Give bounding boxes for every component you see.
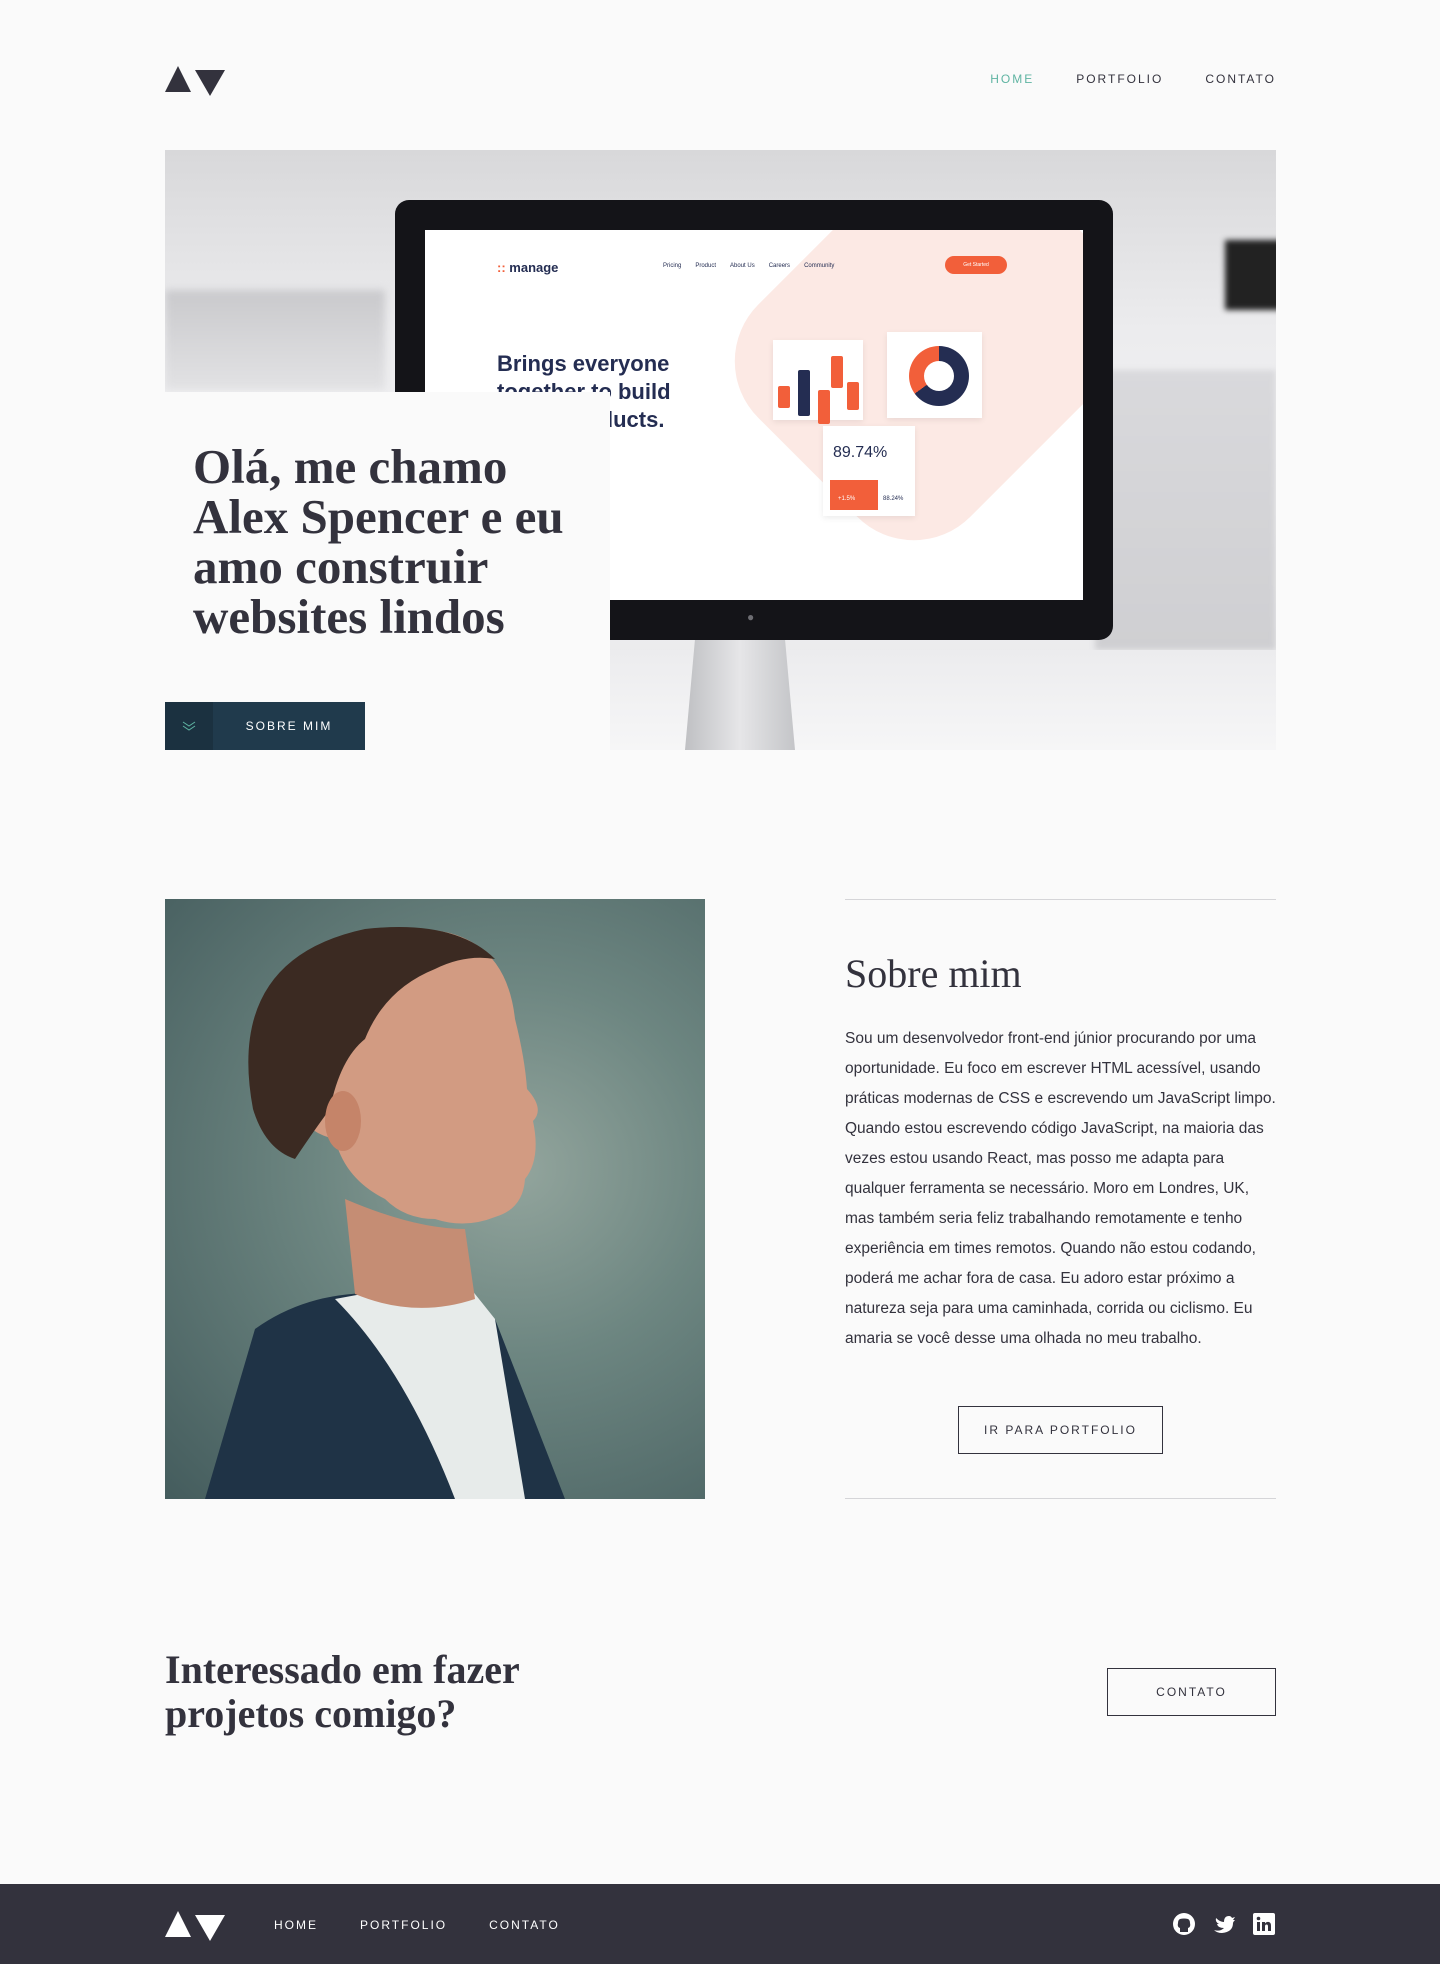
github-icon[interactable] — [1172, 1912, 1196, 1936]
about-me-button[interactable]: SOBRE MIM — [165, 702, 365, 750]
hero-title: Olá, me chamo Alex Spencer e eu amo cons… — [193, 439, 564, 644]
nav-home[interactable]: HOME — [990, 72, 1034, 86]
about-me-button-label: SOBRE MIM — [245, 719, 333, 733]
footer-nav-home[interactable]: HOME — [274, 1918, 318, 1932]
hero-card: Olá, me chamo Alex Spencer e eu amo cons… — [165, 392, 610, 750]
footer-nav: HOME PORTFOLIO CONTATO — [274, 1918, 560, 1932]
footer-nav-portfolio[interactable]: PORTFOLIO — [360, 1918, 447, 1932]
site-footer: HOME PORTFOLIO CONTATO — [0, 1884, 1440, 1964]
screen-logo: :: manage — [497, 260, 559, 275]
about-title: Sobre mim — [845, 951, 1022, 996]
hero-section: :: manage Pricing Product About Us Caree… — [165, 150, 1276, 750]
profile-photo — [165, 899, 705, 1499]
nav-portfolio[interactable]: PORTFOLIO — [1076, 72, 1163, 86]
logo-icon[interactable] — [165, 62, 225, 96]
screen-bar-chart — [773, 340, 863, 424]
go-to-portfolio-button[interactable]: IR PARA PORTFOLIO — [958, 1406, 1163, 1454]
site-header: HOME PORTFOLIO CONTATO — [165, 62, 1276, 96]
about-section: Sobre mim Sou um desenvolvedor front-end… — [845, 899, 1276, 1499]
chevron-down-icon — [165, 702, 213, 750]
social-links — [1172, 1912, 1276, 1936]
twitter-icon[interactable] — [1212, 1912, 1236, 1936]
main-nav: HOME PORTFOLIO CONTATO — [990, 72, 1276, 86]
nav-contato[interactable]: CONTATO — [1205, 72, 1276, 86]
screen-cta: Get Started — [945, 256, 1007, 274]
about-text: Sou um desenvolvedor front-end júnior pr… — [845, 1030, 1276, 1347]
apple-icon: ● — [747, 610, 755, 624]
footer-logo-icon[interactable] — [165, 1907, 225, 1941]
screen-stat-card: 89.74% +1.5% 88.24% — [823, 426, 915, 516]
cta-title: Interessado em fazer projetos comigo? — [165, 1647, 519, 1736]
linkedin-icon[interactable] — [1252, 1912, 1276, 1936]
screen-nav: Pricing Product About Us Careers Communi… — [663, 263, 835, 269]
contact-button[interactable]: CONTATO — [1107, 1668, 1276, 1716]
screen-donut-chart — [887, 332, 982, 418]
footer-nav-contato[interactable]: CONTATO — [489, 1918, 560, 1932]
